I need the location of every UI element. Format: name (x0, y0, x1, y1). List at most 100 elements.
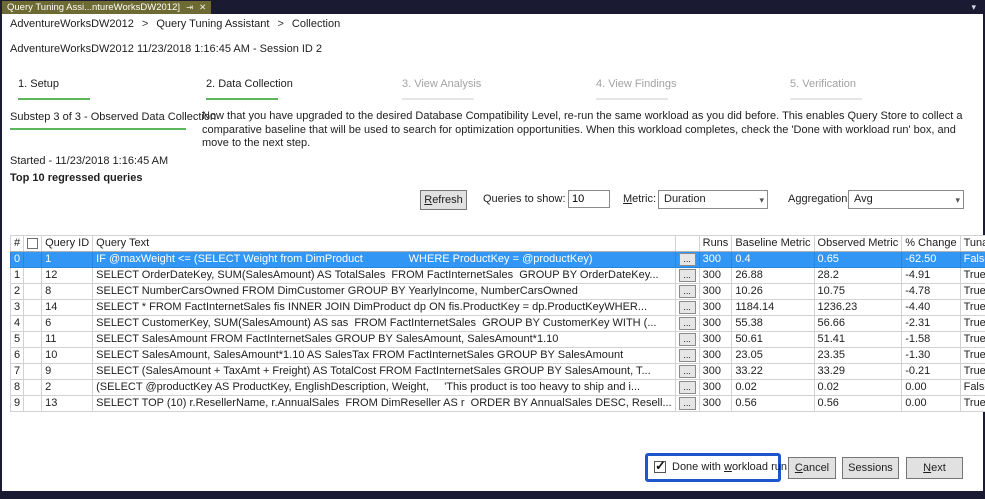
pct-change-cell: -1.30 (902, 348, 960, 364)
pct-change-cell: -0.21 (902, 364, 960, 380)
aggregation-label: Aggregation: (788, 193, 850, 205)
next-label-post: ext (931, 462, 946, 474)
next-button[interactable]: Next (906, 457, 963, 479)
chevron-down-icon: ▾ (759, 192, 764, 209)
document-tab[interactable]: Query Tuning Assi...ntureWorksDW2012] ⇥ … (2, 1, 211, 14)
query-text-expand-button[interactable]: ... (679, 301, 696, 314)
table-row[interactable]: 28SELECT NumberCarsOwned FROM DimCustome… (11, 284, 985, 300)
table-row[interactable]: 1 12SELECT OrderDateKey, SUM(SalesAmount)… (11, 268, 985, 284)
row-select-cell (24, 300, 42, 316)
close-icon[interactable]: ✕ (199, 1, 206, 14)
runs-cell: 300 (699, 300, 732, 316)
aggregation-select[interactable]: Avg ▾ (848, 190, 964, 209)
query-text-expand-button[interactable]: ... (679, 365, 696, 378)
baseline-metric-cell: 55.38 (732, 316, 814, 332)
done-checkbox-label[interactable]: Done with workload run (672, 461, 787, 473)
refresh-button[interactable]: Refresh (420, 190, 467, 210)
aggregation-select-value: Avg (854, 193, 873, 205)
cancel-button[interactable]: Cancel (788, 457, 836, 479)
tunable-cell: True (960, 300, 985, 316)
header-row-number[interactable]: # (11, 236, 24, 252)
done-label-key: w (724, 461, 732, 473)
table-row[interactable]: 511SELECT SalesAmount FROM FactInternetS… (11, 332, 985, 348)
table-row[interactable]: 610SELECT SalesAmount, SalesAmount*1.10 … (11, 348, 985, 364)
breadcrumb-item-database[interactable]: AdventureWorksDW2012 (10, 18, 134, 30)
row-number-cell: 4 (11, 316, 24, 332)
row-select-cell (24, 332, 42, 348)
queries-to-show-input[interactable] (568, 190, 610, 208)
table-title: Top 10 regressed queries (10, 172, 142, 184)
query-id-cell: 14 (42, 300, 93, 316)
table-row[interactable]: 79SELECT (SalesAmount + TaxAmt + Freight… (11, 364, 985, 380)
query-text-expand-button[interactable]: ... (679, 269, 696, 282)
expand-cell: ... (675, 396, 699, 412)
tunable-cell: False (960, 252, 985, 268)
query-id-cell: 12 (42, 268, 93, 284)
table-row[interactable]: 46SELECT CustomerKey, SUM(SalesAmount) A… (11, 316, 985, 332)
query-text-cell: IF @maxWeight <= (SELECT Weight from Dim… (93, 252, 675, 268)
header-pct-change[interactable]: % Change (902, 236, 960, 252)
header-baseline-metric[interactable]: Baseline Metric (732, 236, 814, 252)
runs-cell: 300 (699, 364, 732, 380)
header-observed-metric[interactable]: Observed Metric (814, 236, 902, 252)
breadcrumb-item-qta[interactable]: Query Tuning Assistant (156, 18, 269, 30)
step-data-collection: 2. Data Collection (206, 78, 293, 90)
observed-metric-cell: 0.65 (814, 252, 902, 268)
breadcrumb: AdventureWorksDW2012 > Query Tuning Assi… (10, 18, 340, 30)
query-id-cell: 10 (42, 348, 93, 364)
select-all-checkbox[interactable] (27, 238, 38, 249)
step-view-findings: 4. View Findings (596, 78, 677, 90)
breadcrumb-item-collection[interactable]: Collection (292, 18, 340, 30)
query-text-cell: SELECT * FROM FactInternetSales fis INNE… (93, 300, 675, 316)
query-text-expand-button[interactable]: ... (679, 285, 696, 298)
header-tunable[interactable]: Tunable (960, 236, 985, 252)
tunable-cell: True (960, 396, 985, 412)
expand-cell: ... (675, 364, 699, 380)
query-text-expand-button[interactable]: ... (679, 381, 696, 394)
row-number-cell: 3 (11, 300, 24, 316)
query-text-expand-button[interactable]: ... (679, 333, 696, 346)
done-checkbox[interactable]: ✓ (654, 461, 666, 473)
row-select-cell (24, 252, 42, 268)
row-select-cell (24, 268, 42, 284)
runs-cell: 300 (699, 284, 732, 300)
table-row[interactable]: 913SELECT TOP (10) r.ResellerName, r.Ann… (11, 396, 985, 412)
row-number-cell: 5 (11, 332, 24, 348)
header-select-all[interactable] (24, 236, 42, 252)
tunable-cell: True (960, 316, 985, 332)
baseline-metric-cell: 23.05 (732, 348, 814, 364)
row-number-cell: 2 (11, 284, 24, 300)
query-text-expand-button[interactable]: ... (679, 253, 696, 266)
cancel-label-key: C (795, 462, 803, 474)
runs-cell: 300 (699, 348, 732, 364)
observed-metric-cell: 23.35 (814, 348, 902, 364)
step-underline (596, 98, 668, 100)
chevron-down-icon[interactable]: ▾ (971, 2, 976, 13)
expand-cell: ... (675, 300, 699, 316)
table-row[interactable]: 3 14SELECT * FROM FactInternetSales fis I… (11, 300, 985, 316)
table-row[interactable]: 01IF @maxWeight <= (SELECT Weight from D… (11, 252, 985, 268)
header-query-text[interactable]: Query Text (93, 236, 675, 252)
query-text-expand-button[interactable]: ... (679, 317, 696, 330)
metric-select-value: Duration (664, 193, 706, 205)
query-text-cell: SELECT OrderDateKey, SUM(SalesAmount) AS… (93, 268, 675, 284)
sessions-button[interactable]: Sessions (842, 457, 899, 479)
header-query-id[interactable]: Query ID (42, 236, 93, 252)
query-text-cell: SELECT TOP (10) r.ResellerName, r.Annual… (93, 396, 675, 412)
tunable-cell: True (960, 268, 985, 284)
metric-select[interactable]: Duration ▾ (658, 190, 768, 209)
row-number-cell: 6 (11, 348, 24, 364)
query-id-cell: 11 (42, 332, 93, 348)
row-number-cell: 0 (11, 252, 24, 268)
pct-change-cell: -4.40 (902, 300, 960, 316)
query-text-expand-button[interactable]: ... (679, 349, 696, 362)
row-number-cell: 1 (11, 268, 24, 284)
header-runs[interactable]: Runs (699, 236, 732, 252)
tunable-cell: False (960, 380, 985, 396)
query-text-expand-button[interactable]: ... (679, 397, 696, 410)
table-row[interactable]: 82(SELECT @productKey AS ProductKey, Eng… (11, 380, 985, 396)
pin-icon[interactable]: ⇥ (186, 1, 193, 14)
observed-metric-cell: 33.29 (814, 364, 902, 380)
grid-header-row: # Query ID Query Text Runs Baseline Metr… (11, 236, 985, 252)
baseline-metric-cell: 33.22 (732, 364, 814, 380)
